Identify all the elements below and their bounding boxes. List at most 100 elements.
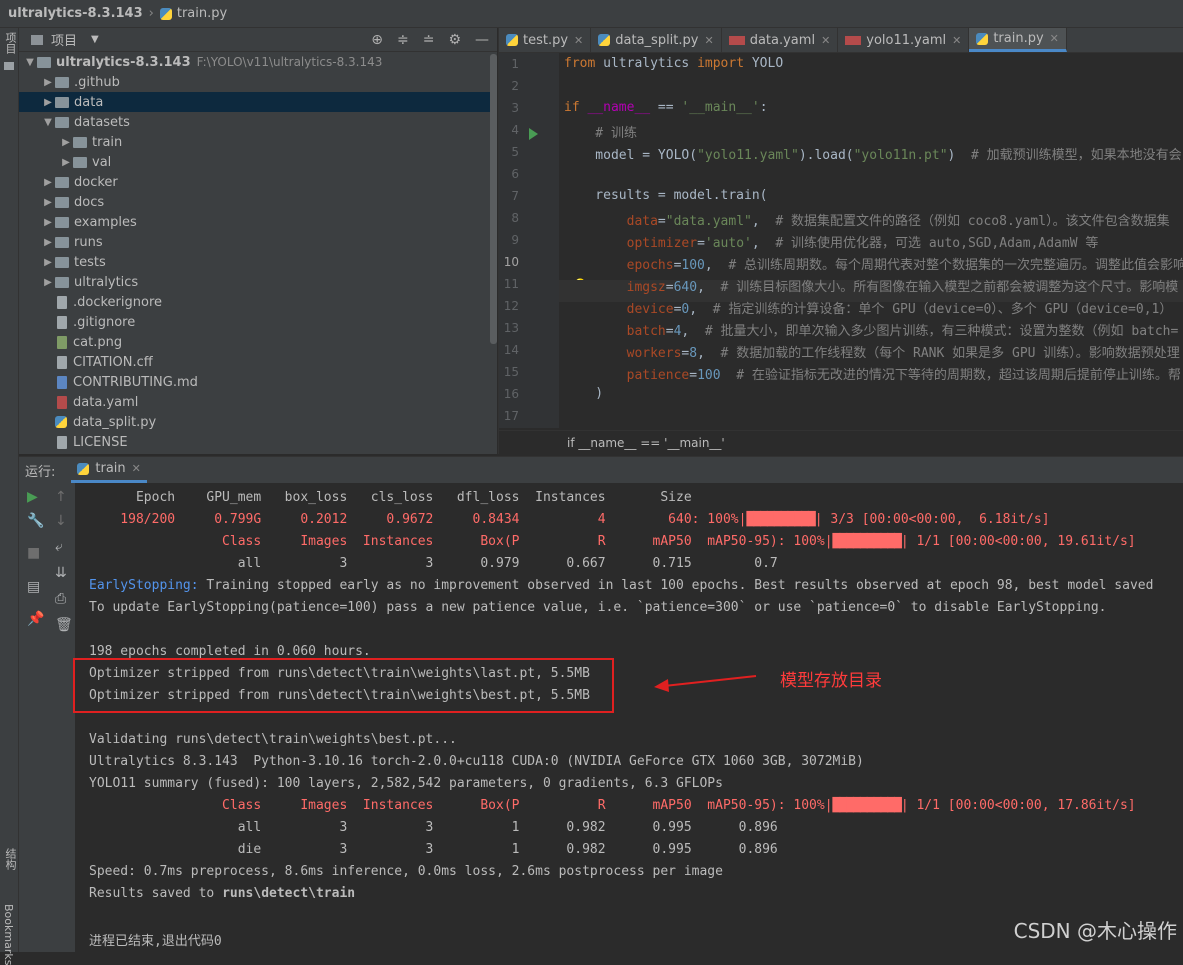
scroll-to-end-icon[interactable]: ⇊ [55,565,67,581]
breadcrumb-file[interactable]: train.py [177,6,227,21]
line-number: 10 [503,255,519,269]
close-icon[interactable]: ✕ [1050,32,1059,45]
trash-icon[interactable]: 🗑 [55,617,73,633]
breadcrumb-project[interactable]: ultralytics-8.3.143 [8,6,143,21]
tree-item-label: datasets [74,114,130,130]
project-tool-button[interactable]: 项目 [2,32,18,54]
tree-item-label: ultralytics [74,274,139,290]
code-comment: # 在验证指标无改进的情况下等待的周期数，超过该周期后提前停止训练。帮 [736,368,1181,383]
folder-icon [55,236,69,248]
tree-item[interactable]: ▶ val [19,152,497,172]
markdown-file-icon [57,375,67,389]
print-icon[interactable]: ⎙ [55,591,66,607]
editor-breadcrumb[interactable]: if __name__ == '__main__' [499,430,1183,455]
minimize-icon[interactable]: — [475,32,489,48]
tree-item[interactable]: data.yaml [19,392,497,412]
console-line: Class Images Instances Box(P R mAP50 mAP… [89,534,1136,549]
tree-item[interactable]: ▶ examples [19,212,497,232]
chevron-right-icon[interactable]: ▶ [41,97,55,108]
tab-data-yaml[interactable]: data.yaml ✕ [722,28,839,52]
yaml-file-icon [845,35,862,45]
console-text: Class Images Instances Box(P R mAP50 mAP… [89,798,833,813]
folder-icon [55,256,69,268]
run-gutter-icon[interactable] [529,128,538,140]
tree-item[interactable]: ▶ docker [19,172,497,192]
chevron-right-icon[interactable]: ▶ [41,197,55,208]
tree-item[interactable]: CITATION.cff [19,352,497,372]
tree-item[interactable]: LICENSE [19,432,497,452]
locate-icon[interactable]: ⊕ [371,32,383,48]
tree-item-label: data_split.py [73,414,157,430]
line-gutter: 1 2 3 4 5 6 7 8 9 10 11 12 13 14 15 16 1… [499,53,588,428]
code-token: ).load( [798,148,854,163]
run-console[interactable]: Epoch GPU_mem box_loss cls_loss dfl_loss… [76,483,1183,952]
chevron-right-icon[interactable]: ▶ [59,137,73,148]
tree-item-label: val [92,154,112,170]
tree-item[interactable]: ▼ datasets [19,112,497,132]
tree-item[interactable]: ▶ ultralytics [19,272,497,292]
folder-icon [55,176,69,188]
tree-item[interactable]: data_split.py [19,412,497,432]
line-number: 3 [511,101,519,115]
project-scrollbar[interactable] [490,54,497,344]
chevron-right-icon[interactable]: ▶ [41,217,55,228]
annotation-label: 模型存放目录 [780,671,882,691]
chevron-right-icon[interactable]: ▶ [41,277,55,288]
tree-item[interactable]: .dockerignore [19,292,497,312]
tree-item[interactable]: ▶ docs [19,192,497,212]
code-line-7: results = model.train( [564,188,768,203]
run-tab-train[interactable]: train ✕ [71,457,147,483]
chevron-right-icon[interactable]: ▶ [41,237,55,248]
tab-data-split-py[interactable]: data_split.py ✕ [591,28,722,52]
chevron-right-icon[interactable]: ▶ [41,177,55,188]
console-line: Speed: 0.7ms preprocess, 8.6ms inference… [89,864,723,879]
chevron-right-icon[interactable]: ▶ [59,157,73,168]
tab-train-py[interactable]: train.py ✕ [969,28,1067,52]
chevron-right-icon[interactable]: ▶ [41,257,55,268]
tree-item[interactable]: ▶ runs [19,232,497,252]
chevron-right-icon[interactable]: ▶ [41,77,55,88]
project-panel: 项目 ▼ ⊕ ≑ ≐ ⚙ — ▼ ultralytics-8.3.143 F:\… [19,28,497,454]
chevron-down-icon[interactable]: ▼ [23,57,37,68]
code-token: 100 [681,258,705,273]
highlight-box [73,658,614,713]
code-token: imgsz [564,280,666,295]
stop-icon[interactable]: ■ [27,545,40,561]
code-token: patience [564,368,690,383]
tree-item[interactable]: ▶ .github [19,72,497,92]
code-token: workers [564,346,682,361]
chevron-down-icon[interactable]: ▼ [41,117,55,128]
tree-item[interactable]: ▶ train [19,132,497,152]
close-icon[interactable]: ✕ [704,34,713,47]
annotation-arrow [654,675,757,692]
line-number: 16 [503,387,519,401]
tree-root[interactable]: ▼ ultralytics-8.3.143 F:\YOLO\v11\ultral… [19,52,497,72]
close-icon[interactable]: ✕ [952,34,961,47]
arrow-down-icon[interactable]: ↓ [55,513,67,529]
close-icon[interactable]: ✕ [821,34,830,47]
console-line: Results saved to runs\detect\train [89,886,355,901]
close-icon[interactable]: ✕ [574,34,583,47]
close-icon[interactable]: ✕ [132,462,141,475]
chevron-down-icon[interactable]: ▼ [91,34,99,45]
collapse-all-icon[interactable]: ≐ [423,32,435,48]
gear-icon[interactable]: ⚙ [448,32,461,48]
tree-item[interactable]: .gitignore [19,312,497,332]
arrow-up-icon[interactable]: ↑ [55,489,67,505]
tab-yolo11-yaml[interactable]: yolo11.yaml ✕ [838,28,970,52]
tree-item[interactable]: ▶ tests [19,252,497,272]
tree-item[interactable]: ▶ data [19,92,497,112]
tab-test-py[interactable]: test.py ✕ [499,28,592,52]
pin-icon[interactable]: 📌 [27,611,44,627]
layout-icon[interactable]: ▤ [27,579,40,595]
structure-tool-button[interactable]: 结构 [2,848,18,870]
project-panel-title[interactable]: 项目 [51,30,77,49]
tree-item[interactable]: CONTRIBUTING.md [19,372,497,392]
bookmarks-tool-button[interactable]: Bookmarks [2,904,15,965]
soft-wrap-icon[interactable]: ⤶ [55,539,63,555]
rerun-icon[interactable]: ▶ [27,489,38,505]
wrench-icon[interactable]: 🔧 [27,513,44,529]
python-file-icon [506,34,518,46]
expand-all-icon[interactable]: ≑ [397,32,409,48]
tree-item[interactable]: cat.png [19,332,497,352]
